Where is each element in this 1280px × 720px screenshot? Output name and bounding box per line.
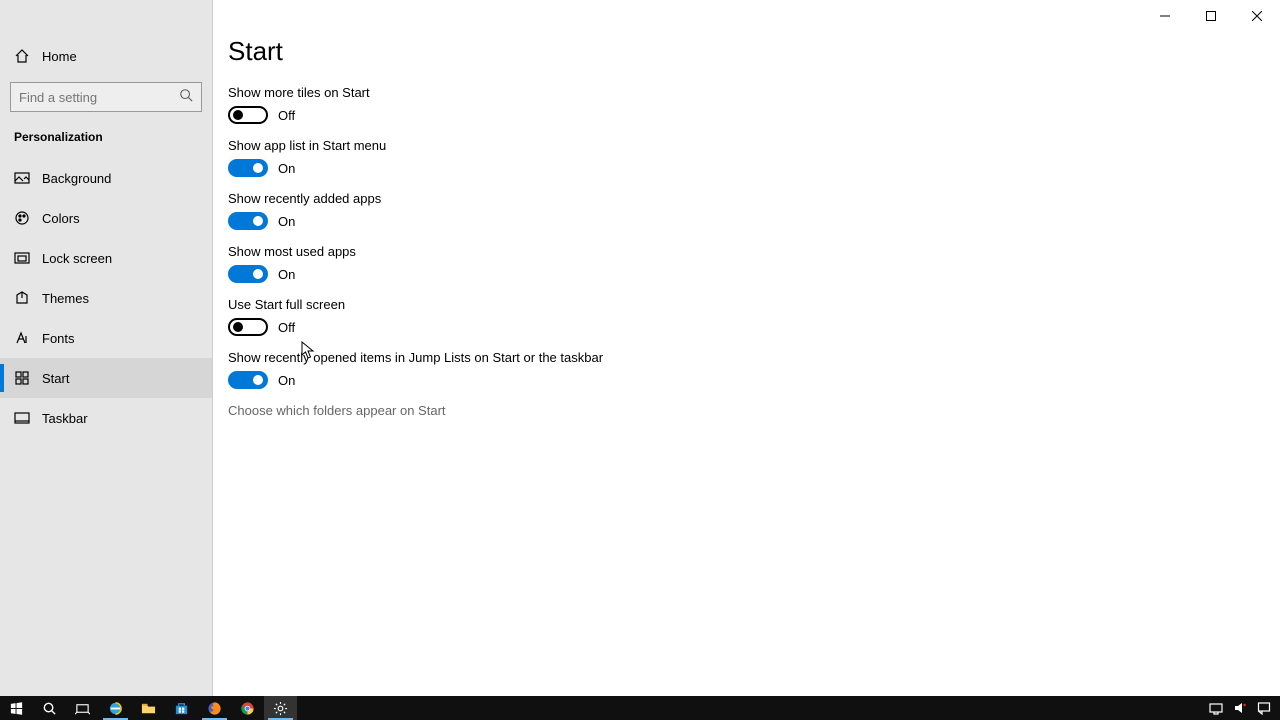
themes-icon — [14, 290, 30, 306]
setting-row: Show recently added apps On — [228, 191, 1280, 230]
sidebar-item-themes[interactable]: Themes — [0, 278, 212, 318]
sidebar-item-colors[interactable]: Colors — [0, 198, 212, 238]
start-button[interactable] — [0, 696, 33, 720]
page-title: Start — [228, 36, 1280, 67]
sidebar-item-label: Lock screen — [42, 251, 112, 266]
setting-row: Show more tiles on Start Off — [228, 85, 1280, 124]
setting-label: Show more tiles on Start — [228, 85, 1280, 100]
toggle-state: Off — [278, 108, 295, 123]
close-button[interactable] — [1234, 0, 1280, 32]
toggle-switch[interactable] — [228, 212, 268, 230]
toggle-switch[interactable] — [228, 106, 268, 124]
settings-button[interactable] — [264, 696, 297, 720]
search-input[interactable] — [19, 90, 179, 105]
sidebar-item-label: Taskbar — [42, 411, 88, 426]
toggle-state: On — [278, 373, 295, 388]
taskbar — [0, 696, 1280, 720]
sidebar: Home Personalization Background Colors L… — [0, 0, 213, 696]
notifications-tray-icon[interactable] — [1256, 700, 1272, 716]
setting-row: Show app list in Start menu On — [228, 138, 1280, 177]
search-box[interactable] — [10, 82, 202, 112]
sidebar-item-label: Colors — [42, 211, 80, 226]
sidebar-item-label: Fonts — [42, 331, 75, 346]
store-button[interactable] — [165, 696, 198, 720]
sidebar-item-label: Themes — [42, 291, 89, 306]
setting-row: Show most used apps On — [228, 244, 1280, 283]
network-tray-icon[interactable] — [1208, 700, 1224, 716]
search-button[interactable] — [33, 696, 66, 720]
setting-label: Show recently added apps — [228, 191, 1280, 206]
toggle-state: On — [278, 214, 295, 229]
palette-icon — [14, 210, 30, 226]
sidebar-item-fonts[interactable]: Fonts — [0, 318, 212, 358]
home-nav[interactable]: Home — [0, 36, 212, 76]
setting-label: Show recently opened items in Jump Lists… — [228, 350, 1280, 365]
taskbar-icon — [14, 410, 30, 426]
maximize-button[interactable] — [1188, 0, 1234, 32]
content: Start Show more tiles on Start Off Show ap… — [228, 30, 1280, 696]
sidebar-item-start[interactable]: Start — [0, 358, 212, 398]
lockscreen-icon — [14, 250, 30, 266]
minimize-button[interactable] — [1142, 0, 1188, 32]
home-label: Home — [42, 49, 77, 64]
taskview-button[interactable] — [66, 696, 99, 720]
sidebar-item-label: Background — [42, 171, 111, 186]
sidebar-item-background[interactable]: Background — [0, 158, 212, 198]
toggle-switch[interactable] — [228, 371, 268, 389]
fonts-icon — [14, 330, 30, 346]
setting-label: Show most used apps — [228, 244, 1280, 259]
toggle-switch[interactable] — [228, 318, 268, 336]
toggle-state: Off — [278, 320, 295, 335]
setting-row: Use Start full screen Off — [228, 297, 1280, 336]
toggle-state: On — [278, 161, 295, 176]
volume-tray-icon[interactable] — [1232, 700, 1248, 716]
toggle-switch[interactable] — [228, 265, 268, 283]
setting-row: Show recently opened items in Jump Lists… — [228, 350, 1280, 389]
setting-label: Show app list in Start menu — [228, 138, 1280, 153]
firefox-button[interactable] — [198, 696, 231, 720]
toggle-switch[interactable] — [228, 159, 268, 177]
sidebar-item-label: Start — [42, 371, 69, 386]
picture-icon — [14, 170, 30, 186]
setting-label: Use Start full screen — [228, 297, 1280, 312]
search-icon — [179, 88, 193, 107]
sidebar-group-header: Personalization — [0, 122, 212, 158]
home-icon — [14, 48, 30, 64]
choose-folders-link[interactable]: Choose which folders appear on Start — [228, 403, 1280, 418]
sidebar-item-taskbar[interactable]: Taskbar — [0, 398, 212, 438]
toggle-state: On — [278, 267, 295, 282]
chrome-button[interactable] — [231, 696, 264, 720]
system-tray — [1208, 700, 1280, 716]
explorer-button[interactable] — [132, 696, 165, 720]
ie-button[interactable] — [99, 696, 132, 720]
start-icon — [14, 370, 30, 386]
sidebar-item-lockscreen[interactable]: Lock screen — [0, 238, 212, 278]
